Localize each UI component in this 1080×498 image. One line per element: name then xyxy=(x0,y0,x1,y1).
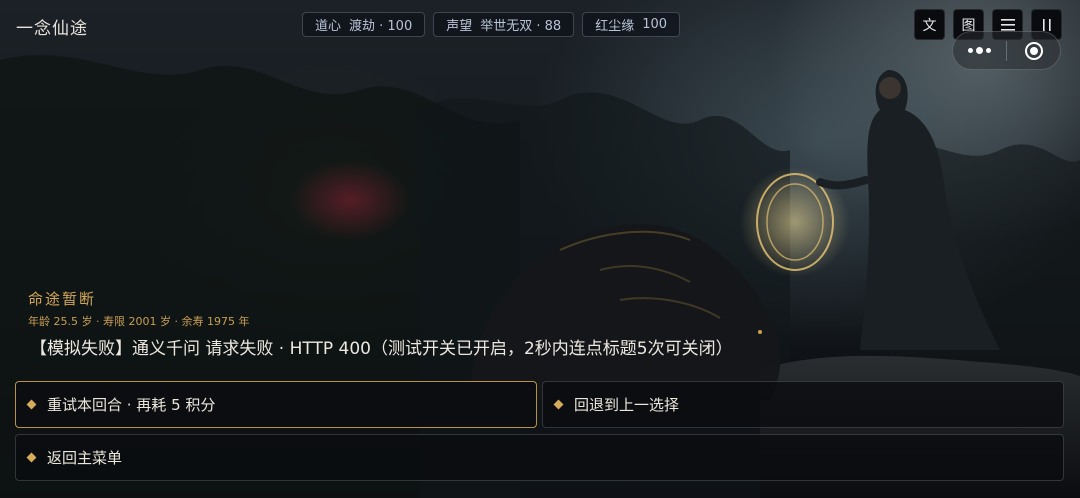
stat-label: 声望 xyxy=(446,19,473,34)
stat-reputation: 声望 举世无双 · 88 xyxy=(433,12,575,37)
main-menu-button[interactable]: 返回主菜单 xyxy=(15,434,1064,481)
target-close-icon xyxy=(1024,41,1043,60)
pause-icon xyxy=(1042,18,1051,31)
option-label: 返回主菜单 xyxy=(47,449,123,467)
diamond-bullet-icon xyxy=(26,399,37,410)
more-button[interactable] xyxy=(953,32,1006,69)
fate-title: 命途暂断 xyxy=(28,290,97,308)
more-dots-icon xyxy=(968,47,991,54)
stat-hongchen: 红尘缘 100 xyxy=(582,12,681,37)
stats-bar: 道心 渡劫 · 100 声望 举世无双 · 88 红尘缘 100 xyxy=(302,12,681,37)
error-message: 【模拟失败】通义千问 请求失败 · HTTP 400（测试开关已开启，2秒内连点… xyxy=(30,339,733,359)
stat-daoxin: 道心 渡劫 · 100 xyxy=(302,12,426,37)
close-miniprogram-button[interactable] xyxy=(1007,32,1060,69)
menu-icon xyxy=(1000,18,1015,31)
diamond-bullet-icon xyxy=(553,399,564,410)
diamond-bullet-icon xyxy=(26,452,37,463)
rollback-button[interactable]: 回退到上一选择 xyxy=(542,381,1064,428)
option-label: 重试本回合 · 再耗 5 积分 xyxy=(47,396,216,414)
app-title[interactable]: 一念仙途 xyxy=(16,14,88,39)
fate-meta: 年龄 25.5 岁 · 寿限 2001 岁 · 余寿 1975 年 xyxy=(28,315,250,328)
text-mode-button[interactable]: 文 xyxy=(914,9,945,40)
game-screen: 一念仙途 道心 渡劫 · 100 声望 举世无双 · 88 红尘缘 100 文 … xyxy=(0,0,1080,498)
stat-value: 100 xyxy=(642,17,668,32)
miniprogram-capsule xyxy=(952,31,1061,70)
retry-round-button[interactable]: 重试本回合 · 再耗 5 积分 xyxy=(15,381,537,428)
option-label: 回退到上一选择 xyxy=(574,396,680,414)
stat-label: 红尘缘 xyxy=(595,19,635,34)
stat-value: 渡劫 · 100 xyxy=(349,19,413,34)
stat-label: 道心 xyxy=(315,19,342,34)
stat-value: 举世无双 · 88 xyxy=(480,19,562,34)
